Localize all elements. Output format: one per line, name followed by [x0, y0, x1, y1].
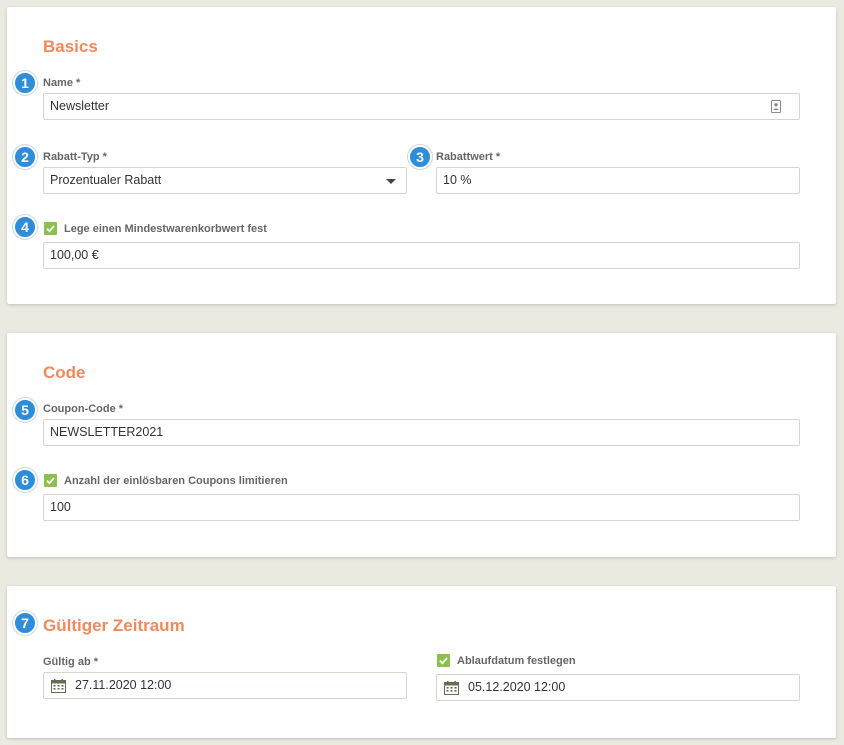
checkmark-icon	[46, 477, 55, 485]
expiry-value: 05.12.2020 12:00	[468, 680, 566, 694]
period-title: Gültiger Zeitraum	[43, 616, 185, 635]
valid-from-input[interactable]: 27.11.2020 12:00	[43, 672, 407, 699]
discount-value-input[interactable]: 10 %	[436, 167, 800, 194]
discount-type-select[interactable]: Prozentualer Rabatt	[43, 167, 407, 194]
code-card: Code Coupon-Code * NEWSLETTER2021 Anzahl…	[7, 333, 836, 557]
step-badge-5: 5	[13, 398, 37, 422]
step-badge-6: 6	[13, 468, 37, 492]
valid-from-value: 27.11.2020 12:00	[75, 678, 172, 692]
expiry-label: Ablaufdatum festlegen	[457, 655, 576, 667]
name-value: Newsletter	[50, 99, 110, 113]
calendar-icon[interactable]	[51, 679, 66, 693]
calendar-icon[interactable]	[444, 681, 459, 695]
valid-from-label: Gültig ab *	[43, 656, 98, 668]
step-badge-7: 7	[13, 611, 37, 635]
name-input[interactable]: Newsletter	[43, 93, 800, 120]
caret-down-icon	[386, 179, 396, 184]
coupon-code-label: Coupon-Code *	[43, 403, 124, 415]
period-card: Gültiger Zeitraum Gültig ab * 27.11.2020…	[7, 586, 836, 738]
limit-value: 100	[50, 500, 71, 514]
step-badge-2: 2	[13, 145, 37, 169]
limit-label: Anzahl der einlösbaren Coupons limitiere…	[64, 475, 288, 487]
discount-value-label: Rabattwert *	[436, 151, 501, 163]
coupon-code-input[interactable]: NEWSLETTER2021	[43, 419, 800, 446]
min-cart-input[interactable]: 100,00 €	[43, 242, 800, 269]
min-cart-checkbox[interactable]	[44, 222, 57, 235]
min-cart-value: 100,00 €	[50, 248, 99, 262]
contact-card-icon[interactable]	[771, 100, 781, 113]
step-badge-4: 4	[13, 215, 37, 239]
discount-value-value: 10 %	[443, 173, 472, 187]
limit-checkbox[interactable]	[44, 474, 57, 487]
checkmark-icon	[439, 657, 448, 665]
expiry-input[interactable]: 05.12.2020 12:00	[436, 674, 800, 701]
name-label: Name *	[43, 77, 81, 89]
discount-type-label: Rabatt-Typ *	[43, 151, 107, 163]
code-title: Code	[43, 363, 86, 382]
basics-title: Basics	[43, 37, 98, 56]
expiry-checkbox[interactable]	[437, 654, 450, 667]
checkmark-icon	[46, 225, 55, 233]
limit-input[interactable]: 100	[43, 494, 800, 521]
discount-type-value: Prozentualer Rabatt	[50, 173, 162, 187]
step-badge-3: 3	[408, 145, 432, 169]
coupon-code-value: NEWSLETTER2021	[50, 425, 164, 439]
min-cart-label: Lege einen Mindestwarenkorbwert fest	[64, 223, 267, 235]
step-badge-1: 1	[13, 71, 37, 95]
